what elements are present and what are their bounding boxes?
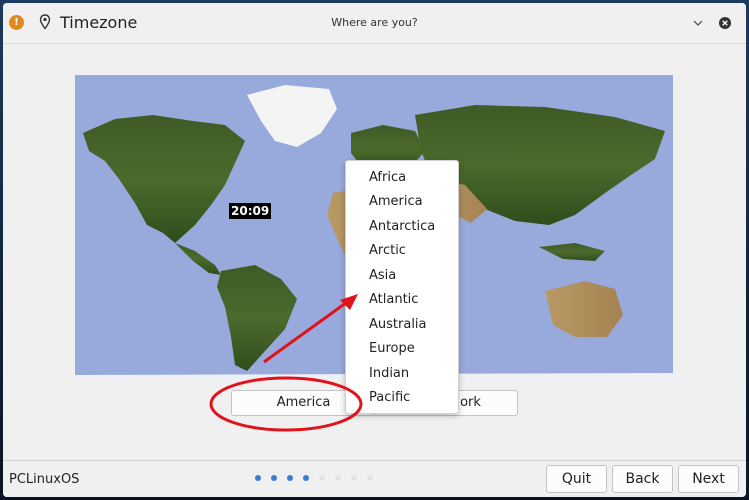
dropdown-item-indian[interactable]: Indian xyxy=(369,366,409,381)
dropdown-item-africa[interactable]: Africa xyxy=(369,170,406,185)
progress-dot xyxy=(287,475,293,481)
dropdown-item-america[interactable]: America xyxy=(369,194,423,209)
chevron-down-icon[interactable] xyxy=(691,16,705,30)
region-select-value: America xyxy=(276,395,331,410)
page-subtitle: Where are you? xyxy=(331,16,418,29)
back-button[interactable]: Back xyxy=(612,465,673,493)
close-icon[interactable] xyxy=(717,15,733,31)
progress-dot xyxy=(303,475,309,481)
progress-dot xyxy=(271,475,277,481)
south-america-shape xyxy=(217,265,297,371)
dropdown-item-atlantic[interactable]: Atlantic xyxy=(369,292,418,307)
map-time-label: 20:09 xyxy=(229,203,272,219)
dropdown-item-europe[interactable]: Europe xyxy=(369,341,415,356)
dropdown-item-antarctica[interactable]: Antarctica xyxy=(369,219,435,234)
north-america-shape xyxy=(83,115,245,243)
progress-dot xyxy=(367,475,373,481)
progress-dot xyxy=(319,475,325,481)
installer-window: ! Timezone Where are you? 20:09 America … xyxy=(3,3,746,497)
greenland-shape xyxy=(247,85,337,147)
brand-label: PCLinuxOS xyxy=(9,472,80,487)
progress-dot xyxy=(351,475,357,481)
progress-dot xyxy=(255,475,261,481)
zone-select-value: ork xyxy=(460,395,481,410)
indonesia-shape xyxy=(539,243,605,261)
title-bar: ! Timezone Where are you? xyxy=(3,3,746,44)
region-dropdown-menu[interactable]: Africa America Antarctica Arctic Asia At… xyxy=(345,160,459,414)
next-button[interactable]: Next xyxy=(678,465,739,493)
central-america-shape xyxy=(175,243,221,275)
dropdown-item-asia[interactable]: Asia xyxy=(369,268,396,283)
progress-dot xyxy=(335,475,341,481)
dropdown-item-australia[interactable]: Australia xyxy=(369,317,427,332)
footer-bar: PCLinuxOS Quit Back Next xyxy=(3,460,746,497)
dropdown-item-arctic[interactable]: Arctic xyxy=(369,243,406,258)
progress-dots xyxy=(255,475,385,485)
quit-button[interactable]: Quit xyxy=(546,465,607,493)
australia-shape xyxy=(545,281,623,337)
dropdown-item-pacific[interactable]: Pacific xyxy=(369,390,410,405)
